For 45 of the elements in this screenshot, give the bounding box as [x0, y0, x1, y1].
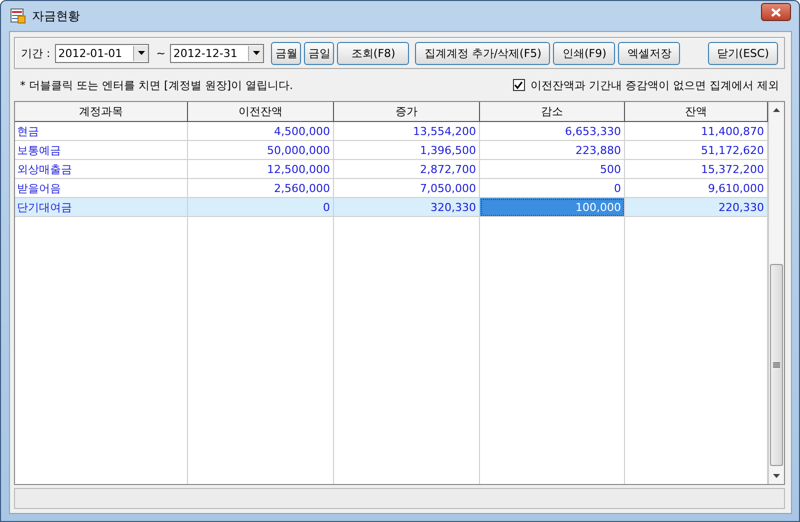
- column-header[interactable]: 이전잔액: [188, 102, 334, 122]
- toolbar-button[interactable]: 인쇄(F9): [553, 42, 616, 64]
- table-cell[interactable]: 320,330: [334, 198, 480, 217]
- table-cell[interactable]: 223,880: [480, 141, 625, 160]
- table-cell[interactable]: 0: [188, 198, 334, 217]
- table-cell[interactable]: 50,000,000: [188, 141, 334, 160]
- table-cell[interactable]: 4,500,000: [188, 122, 334, 141]
- toolbar-button[interactable]: 집계계정 추가/삭제(F5): [415, 42, 550, 64]
- dropdown-arrow-icon: [138, 51, 145, 55]
- scroll-up-icon[interactable]: [773, 108, 780, 112]
- window-title: 자금현황: [32, 8, 80, 24]
- table-cell[interactable]: 현금: [15, 122, 188, 141]
- column-header[interactable]: 감소: [480, 102, 625, 122]
- hint-text: * 더블클릭 또는 엔터를 치면 [계정별 원장]이 열립니다.: [20, 78, 294, 92]
- table-cell[interactable]: 2,872,700: [334, 160, 480, 179]
- grip-icon: [773, 362, 780, 368]
- table-cell[interactable]: 220,330: [625, 198, 768, 217]
- toolbar-button[interactable]: 금일: [304, 42, 334, 64]
- vertical-scrollbar[interactable]: [768, 102, 784, 484]
- table-cell[interactable]: 12,500,000: [188, 160, 334, 179]
- table-cell[interactable]: 500: [480, 160, 625, 179]
- toolbar-button[interactable]: 엑셀저장: [618, 42, 680, 64]
- column-header[interactable]: 잔액: [625, 102, 768, 122]
- spreadsheet-icon: [10, 8, 26, 24]
- exclude-checkbox[interactable]: [512, 79, 525, 91]
- table-cell[interactable]: 1,396,500: [334, 141, 480, 160]
- close-button[interactable]: [761, 3, 791, 21]
- dropdown-arrow-icon: [252, 51, 260, 55]
- table-cell[interactable]: 6,653,330: [480, 122, 625, 141]
- range-separator: ~: [156, 46, 166, 60]
- date-to-dropdown[interactable]: 2012-12-31: [170, 44, 264, 62]
- table-cell[interactable]: 보통예금: [15, 141, 188, 160]
- toolbar-button[interactable]: 금월: [271, 42, 302, 64]
- date-from-dropdown[interactable]: 2012-01-01: [55, 44, 150, 62]
- table-cell[interactable]: 13,554,200: [334, 122, 480, 141]
- exclude-label: 이전잔액과 기간내 증감액이 없으면 집계에서 제외: [530, 78, 779, 92]
- column-header[interactable]: 계정과목: [15, 102, 188, 122]
- close-dialog-button[interactable]: 닫기(ESC): [708, 42, 778, 64]
- toolbar-button[interactable]: 조회(F8): [337, 42, 410, 64]
- table-cell[interactable]: 외상매출금: [15, 160, 188, 179]
- table-cell[interactable]: 단기대여금: [15, 198, 188, 217]
- period-label: 기간 :: [21, 46, 50, 60]
- column-header[interactable]: 증가: [334, 102, 480, 122]
- close-icon: [771, 8, 781, 16]
- scroll-down-icon[interactable]: [773, 474, 780, 478]
